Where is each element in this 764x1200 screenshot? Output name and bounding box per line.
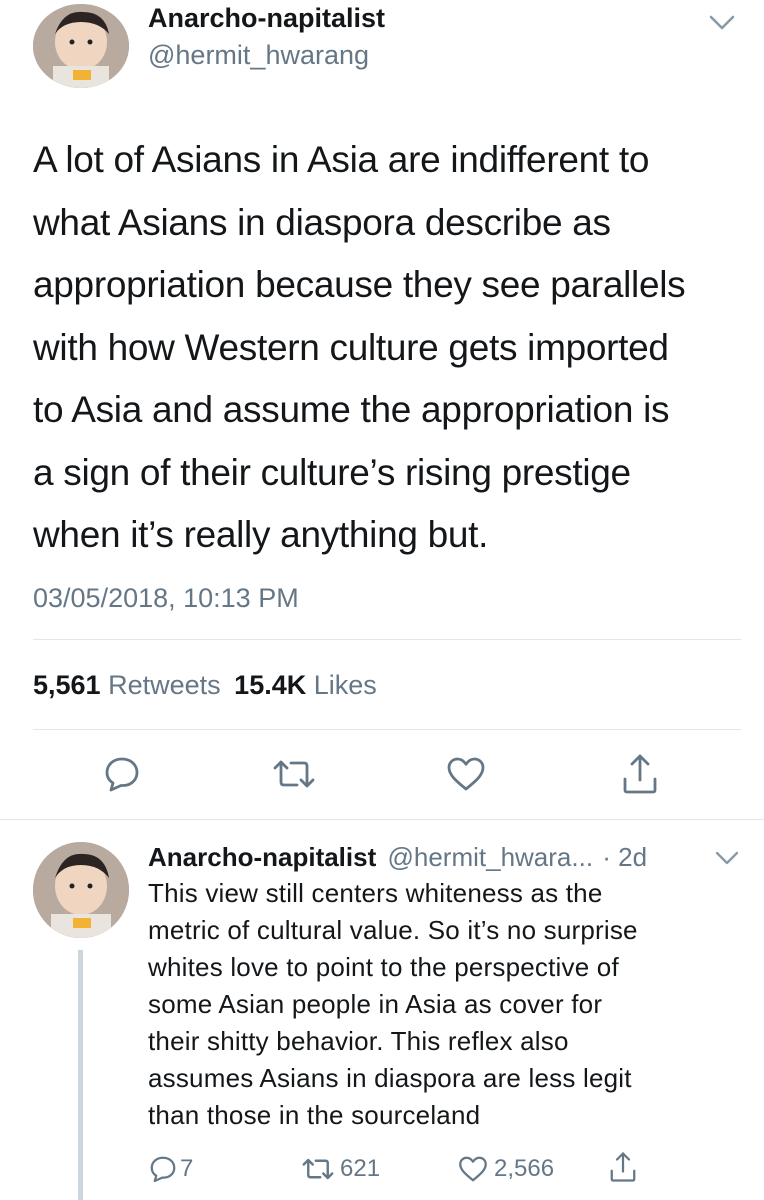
reply-text-line: some Asian people in Asia as cover for — [148, 989, 603, 1019]
reply-header: Anarcho-napitalist @hermit_hwara... · 2d — [148, 842, 647, 873]
tweet-text-line: a sign of their culture’s rising prestig… — [33, 451, 631, 493]
reply-author-name[interactable]: Anarcho-napitalist — [148, 842, 376, 872]
tweet-timestamp[interactable]: 03/05/2018, 10:13 PM — [33, 583, 299, 614]
tweet-text-line: when it’s really anything but. — [33, 514, 489, 555]
tweet-text-line: with how Western culture gets imported — [33, 326, 669, 368]
retweet-arrows-icon — [302, 1158, 334, 1180]
tweet-text-line: what Asians in diaspora describe as — [33, 201, 611, 243]
reply-text-line: their shitty behavior. This reflex also — [148, 1026, 569, 1056]
avatar-photo — [33, 4, 129, 88]
reply-retweet-button[interactable]: 621 — [298, 1154, 380, 1184]
speech-bubble-icon — [105, 757, 139, 792]
heart-icon — [447, 757, 485, 791]
author-handle[interactable]: @hermit_hwarang — [148, 40, 369, 71]
reply-like-button[interactable]: 2,566 — [456, 1154, 554, 1184]
speech-bubble-icon — [150, 1156, 176, 1183]
tweet-text-line: appropriation because they see parallels — [33, 264, 686, 305]
avatar-photo — [33, 842, 129, 938]
author-name[interactable]: Anarcho-napitalist — [148, 3, 385, 34]
share-button[interactable] — [618, 750, 662, 798]
share-arrow-icon — [623, 754, 657, 794]
reply-share-button[interactable] — [608, 1150, 638, 1189]
retweets-count: 5,561 — [33, 670, 101, 700]
reply-text-line: This view still centers whiteness as the — [148, 878, 603, 908]
reply-text: This view still centers whiteness as the… — [148, 875, 638, 1134]
retweet-arrows-icon — [273, 760, 315, 788]
reply-text-line: assumes Asians in diaspora are less legi… — [148, 1063, 632, 1093]
like-button[interactable] — [444, 752, 488, 796]
thread-line — [78, 950, 83, 1200]
retweet-button[interactable] — [266, 752, 322, 796]
divider — [0, 819, 764, 820]
chevron-down-icon[interactable] — [714, 850, 740, 866]
divider — [33, 729, 741, 730]
likes-count: 15.4K — [234, 670, 307, 700]
reply-text-line: whites love to point to the perspective … — [148, 952, 619, 982]
retweets-label: Retweets — [108, 670, 221, 700]
reply-reply-button[interactable]: 7 — [148, 1154, 193, 1184]
heart-icon — [459, 1156, 487, 1182]
retweets-stat[interactable]: 5,561 Retweets — [33, 670, 228, 700]
reply-text-line: than those in the sourceland — [148, 1100, 481, 1130]
retweet-count: 621 — [340, 1155, 381, 1182]
reply-text-line: metric of cultural value. So it’s no sur… — [148, 915, 638, 945]
reply-author-handle[interactable]: @hermit_hwara... — [387, 842, 593, 872]
tweet-text-line: to Asia and assume the appropriation is — [33, 389, 670, 430]
chevron-down-icon[interactable] — [708, 14, 736, 32]
likes-stat[interactable]: 15.4K Likes — [234, 670, 377, 700]
likes-label: Likes — [313, 670, 377, 700]
reply-count: 7 — [180, 1155, 194, 1182]
divider — [33, 639, 741, 640]
reply-age[interactable]: · 2d — [602, 842, 647, 872]
reply-author-avatar[interactable] — [33, 842, 129, 938]
reply-button[interactable] — [100, 752, 144, 796]
tweet-stats: 5,561 Retweets 15.4K Likes — [33, 670, 377, 701]
author-avatar[interactable] — [33, 4, 129, 88]
share-arrow-icon — [610, 1152, 636, 1182]
tweet-text-line: A lot of Asians in Asia are indifferent … — [33, 139, 650, 180]
like-count: 2,566 — [494, 1155, 555, 1182]
tweet-text: A lot of Asians in Asia are indifferent … — [33, 129, 686, 567]
